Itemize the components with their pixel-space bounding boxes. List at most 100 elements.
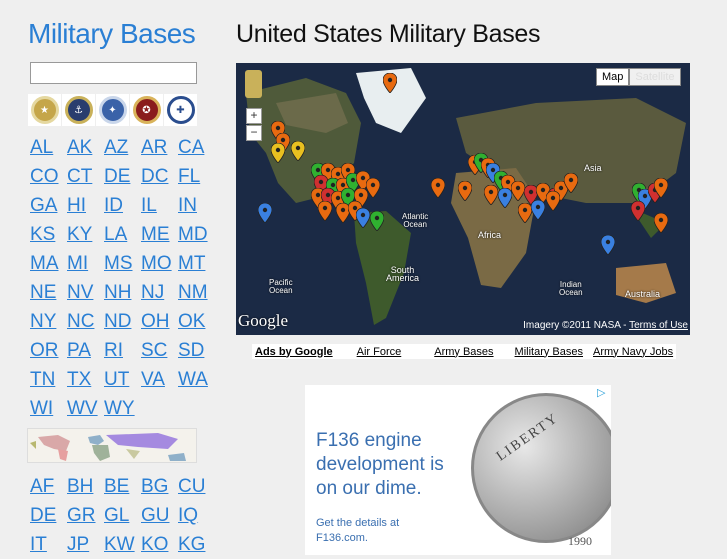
country-link-bg[interactable]: BG	[141, 472, 178, 501]
base-marker-icon[interactable]	[258, 203, 272, 223]
base-marker-icon[interactable]	[531, 200, 545, 220]
country-link-be[interactable]: BE	[104, 472, 141, 501]
country-link-gr[interactable]: GR	[67, 501, 104, 530]
state-link-ct[interactable]: CT	[67, 162, 104, 191]
state-link-wi[interactable]: WI	[30, 394, 67, 423]
state-link-co[interactable]: CO	[30, 162, 67, 191]
coast-guard-seal-link[interactable]: ✚	[164, 94, 197, 126]
state-link-ca[interactable]: CA	[178, 133, 215, 162]
base-marker-icon[interactable]	[370, 211, 384, 231]
state-link-ma[interactable]: MA	[30, 249, 67, 278]
state-link-il[interactable]: IL	[141, 191, 178, 220]
search-input[interactable]	[30, 62, 197, 84]
state-link-pa[interactable]: PA	[67, 336, 104, 365]
state-link-ky[interactable]: KY	[67, 220, 104, 249]
site-title[interactable]: Military Bases	[28, 18, 196, 50]
base-marker-icon[interactable]	[564, 173, 578, 193]
world-regions-map[interactable]	[27, 428, 197, 463]
state-link-mt[interactable]: MT	[178, 249, 215, 278]
street-view-pegman-icon[interactable]	[245, 70, 262, 98]
state-link-ar[interactable]: AR	[141, 133, 178, 162]
state-link-sd[interactable]: SD	[178, 336, 215, 365]
marine-corps-seal-link[interactable]: ✪	[130, 94, 163, 126]
air-force-seal-link[interactable]: ✦	[96, 94, 129, 126]
state-link-oh[interactable]: OH	[141, 307, 178, 336]
ad-link-air-force[interactable]: Air Force	[357, 346, 402, 358]
state-link-ks[interactable]: KS	[30, 220, 67, 249]
base-marker-icon[interactable]	[366, 178, 380, 198]
f136-banner-ad[interactable]: ▷ F136 engine development is on our dime…	[305, 385, 611, 555]
base-marker-icon[interactable]	[431, 178, 445, 198]
state-link-ri[interactable]: RI	[104, 336, 141, 365]
zoom-in-button[interactable]: +	[246, 108, 262, 124]
state-link-wa[interactable]: WA	[178, 365, 215, 394]
base-marker-icon[interactable]	[318, 201, 332, 221]
base-marker-icon[interactable]	[518, 203, 532, 223]
state-link-tn[interactable]: TN	[30, 365, 67, 394]
state-link-ut[interactable]: UT	[104, 365, 141, 394]
map-type-map-button[interactable]: Map	[596, 68, 630, 86]
zoom-out-button[interactable]: −	[246, 125, 262, 141]
state-link-md[interactable]: MD	[178, 220, 215, 249]
state-link-nj[interactable]: NJ	[141, 278, 178, 307]
ads-by-google-link[interactable]: Ads by Google	[255, 346, 333, 358]
ad-link-army-bases[interactable]: Army Bases	[434, 346, 493, 358]
country-link-af[interactable]: AF	[30, 472, 67, 501]
state-link-me[interactable]: ME	[141, 220, 178, 249]
state-link-nm[interactable]: NM	[178, 278, 215, 307]
base-marker-icon[interactable]	[498, 188, 512, 208]
state-link-mi[interactable]: MI	[67, 249, 104, 278]
base-marker-icon[interactable]	[484, 185, 498, 205]
state-link-nh[interactable]: NH	[104, 278, 141, 307]
base-marker-icon[interactable]	[654, 178, 668, 198]
country-link-gl[interactable]: GL	[104, 501, 141, 530]
state-link-dc[interactable]: DC	[141, 162, 178, 191]
country-link-de[interactable]: DE	[30, 501, 67, 530]
state-link-la[interactable]: LA	[104, 220, 141, 249]
state-link-hi[interactable]: HI	[67, 191, 104, 220]
state-link-nv[interactable]: NV	[67, 278, 104, 307]
state-link-al[interactable]: AL	[30, 133, 67, 162]
base-marker-icon[interactable]	[271, 143, 285, 163]
country-link-bh[interactable]: BH	[67, 472, 104, 501]
state-link-de[interactable]: DE	[104, 162, 141, 191]
ad-link-army-navy-jobs[interactable]: Army Navy Jobs	[593, 346, 673, 358]
state-link-nd[interactable]: ND	[104, 307, 141, 336]
state-link-sc[interactable]: SC	[141, 336, 178, 365]
state-link-ny[interactable]: NY	[30, 307, 67, 336]
state-link-va[interactable]: VA	[141, 365, 178, 394]
base-marker-icon[interactable]	[511, 181, 525, 201]
state-link-fl[interactable]: FL	[178, 162, 215, 191]
state-link-ga[interactable]: GA	[30, 191, 67, 220]
state-link-tx[interactable]: TX	[67, 365, 104, 394]
terms-of-use-link[interactable]: Terms of Use	[629, 320, 688, 331]
state-link-wy[interactable]: WY	[104, 394, 141, 423]
country-link-cu[interactable]: CU	[178, 472, 215, 501]
state-link-wv[interactable]: WV	[67, 394, 104, 423]
base-marker-icon[interactable]	[631, 201, 645, 221]
adchoices-icon[interactable]: ▷	[597, 387, 609, 399]
map-type-satellite-button[interactable]: Satellite	[629, 68, 681, 86]
country-link-iq[interactable]: IQ	[178, 501, 215, 530]
state-link-or[interactable]: OR	[30, 336, 67, 365]
state-link-ok[interactable]: OK	[178, 307, 215, 336]
state-link-ne[interactable]: NE	[30, 278, 67, 307]
base-marker-icon[interactable]	[458, 181, 472, 201]
state-link-mo[interactable]: MO	[141, 249, 178, 278]
ad-link-military-bases[interactable]: Military Bases	[515, 346, 583, 358]
state-link-ms[interactable]: MS	[104, 249, 141, 278]
navy-seal-link[interactable]: ⚓	[62, 94, 95, 126]
base-marker-icon[interactable]	[546, 191, 560, 211]
state-link-in[interactable]: IN	[178, 191, 215, 220]
military-bases-map[interactable]: + − Map Satellite Asia Atlantic Ocean Af…	[236, 63, 690, 335]
base-marker-icon[interactable]	[356, 208, 370, 228]
state-link-az[interactable]: AZ	[104, 133, 141, 162]
state-link-id[interactable]: ID	[104, 191, 141, 220]
state-link-ak[interactable]: AK	[67, 133, 104, 162]
base-marker-icon[interactable]	[654, 213, 668, 233]
base-marker-icon[interactable]	[291, 141, 305, 161]
country-link-gu[interactable]: GU	[141, 501, 178, 530]
state-link-nc[interactable]: NC	[67, 307, 104, 336]
army-seal-link[interactable]: ★	[28, 94, 61, 126]
base-marker-icon[interactable]	[383, 73, 397, 93]
